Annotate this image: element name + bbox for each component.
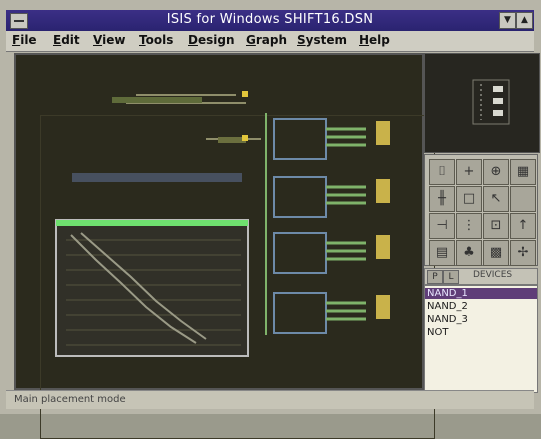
menu-system[interactable]: System: [297, 33, 347, 47]
menu-graph[interactable]: Graph: [246, 33, 287, 47]
menu-help[interactable]: Help: [359, 33, 390, 47]
marker-tool-icon[interactable]: ⊡: [483, 213, 509, 239]
menu-edit[interactable]: Edit: [53, 33, 80, 47]
maximize-button[interactable]: ▲: [516, 12, 533, 29]
menu-view[interactable]: View: [93, 33, 125, 47]
overview-map: [472, 79, 510, 125]
digital-analysis-graph[interactable]: [55, 219, 249, 357]
overview-window[interactable]: [424, 53, 540, 153]
tape-tool-icon[interactable]: ▩: [483, 240, 509, 266]
device-item[interactable]: NAND_1: [425, 288, 537, 299]
terminal-tool-icon[interactable]: ⊣: [429, 213, 455, 239]
editing-window[interactable]: [14, 53, 435, 439]
pin-tool-icon[interactable]: ⋮: [456, 213, 482, 239]
menu-design[interactable]: Design: [188, 33, 235, 47]
title-bar[interactable]: ISIS for Windows SHIFT16.DSN ▼ ▲: [6, 10, 534, 31]
gate-group-1[interactable]: [273, 118, 390, 160]
input-terminal[interactable]: [242, 91, 248, 97]
library-button[interactable]: L: [443, 270, 459, 284]
pick-device-button[interactable]: P: [427, 270, 443, 284]
component-tool-icon[interactable]: ⌷: [429, 159, 455, 185]
generator-tool-icon[interactable]: ♣: [456, 240, 482, 266]
bus-tool-icon[interactable]: ╫: [429, 186, 455, 212]
tool-palette: ⌷ + ⊕ ▦ ╫ □ ↖ ⊣ ⋮ ⊡ ↑ ▤ ♣ ▩ ✢: [424, 154, 538, 266]
gate-group-4[interactable]: [273, 292, 390, 334]
device-item[interactable]: NOT: [427, 327, 448, 338]
status-bar: Main placement mode: [6, 390, 534, 409]
gate-group-2[interactable]: [273, 176, 390, 218]
move-tool-icon[interactable]: ✢: [510, 240, 536, 266]
input-label-block: [112, 97, 202, 103]
input-terminal[interactable]: [242, 135, 248, 141]
graph-tool-icon[interactable]: ▤: [429, 240, 455, 266]
device-selector-header: P L DEVICES: [424, 268, 538, 285]
menu-file[interactable]: File: [12, 33, 37, 47]
label-tool-icon[interactable]: ⊕: [483, 159, 509, 185]
devices-header-label: DEVICES: [473, 270, 513, 280]
device-item[interactable]: NAND_3: [427, 314, 468, 325]
status-text: Main placement mode: [14, 394, 126, 405]
gate-group-3[interactable]: [273, 232, 390, 274]
menu-tools[interactable]: Tools: [139, 33, 173, 47]
input-label-block: [218, 137, 246, 143]
app-window: ISIS for Windows SHIFT16.DSN ▼ ▲ File Ed…: [0, 0, 541, 439]
menu-bar: File Edit View Tools Design Graph System…: [6, 31, 534, 52]
grid-tool-icon[interactable]: ▦: [510, 159, 536, 185]
window-title: ISIS for Windows SHIFT16.DSN: [166, 12, 374, 27]
bus-label: [72, 173, 242, 182]
minimize-button[interactable]: ▼: [499, 12, 516, 29]
device-list[interactable]: NAND_1 NAND_2 NAND_3 NOT: [424, 285, 538, 393]
junction-tool-icon[interactable]: +: [456, 159, 482, 185]
pointer-tool-icon[interactable]: ↖: [483, 186, 509, 212]
schematic-canvas[interactable]: [16, 55, 422, 388]
blank-tool-icon[interactable]: [510, 186, 536, 212]
up-arrow-icon[interactable]: ↑: [510, 213, 536, 239]
box-tool-icon[interactable]: □: [456, 186, 482, 212]
device-item[interactable]: NAND_2: [427, 301, 468, 312]
